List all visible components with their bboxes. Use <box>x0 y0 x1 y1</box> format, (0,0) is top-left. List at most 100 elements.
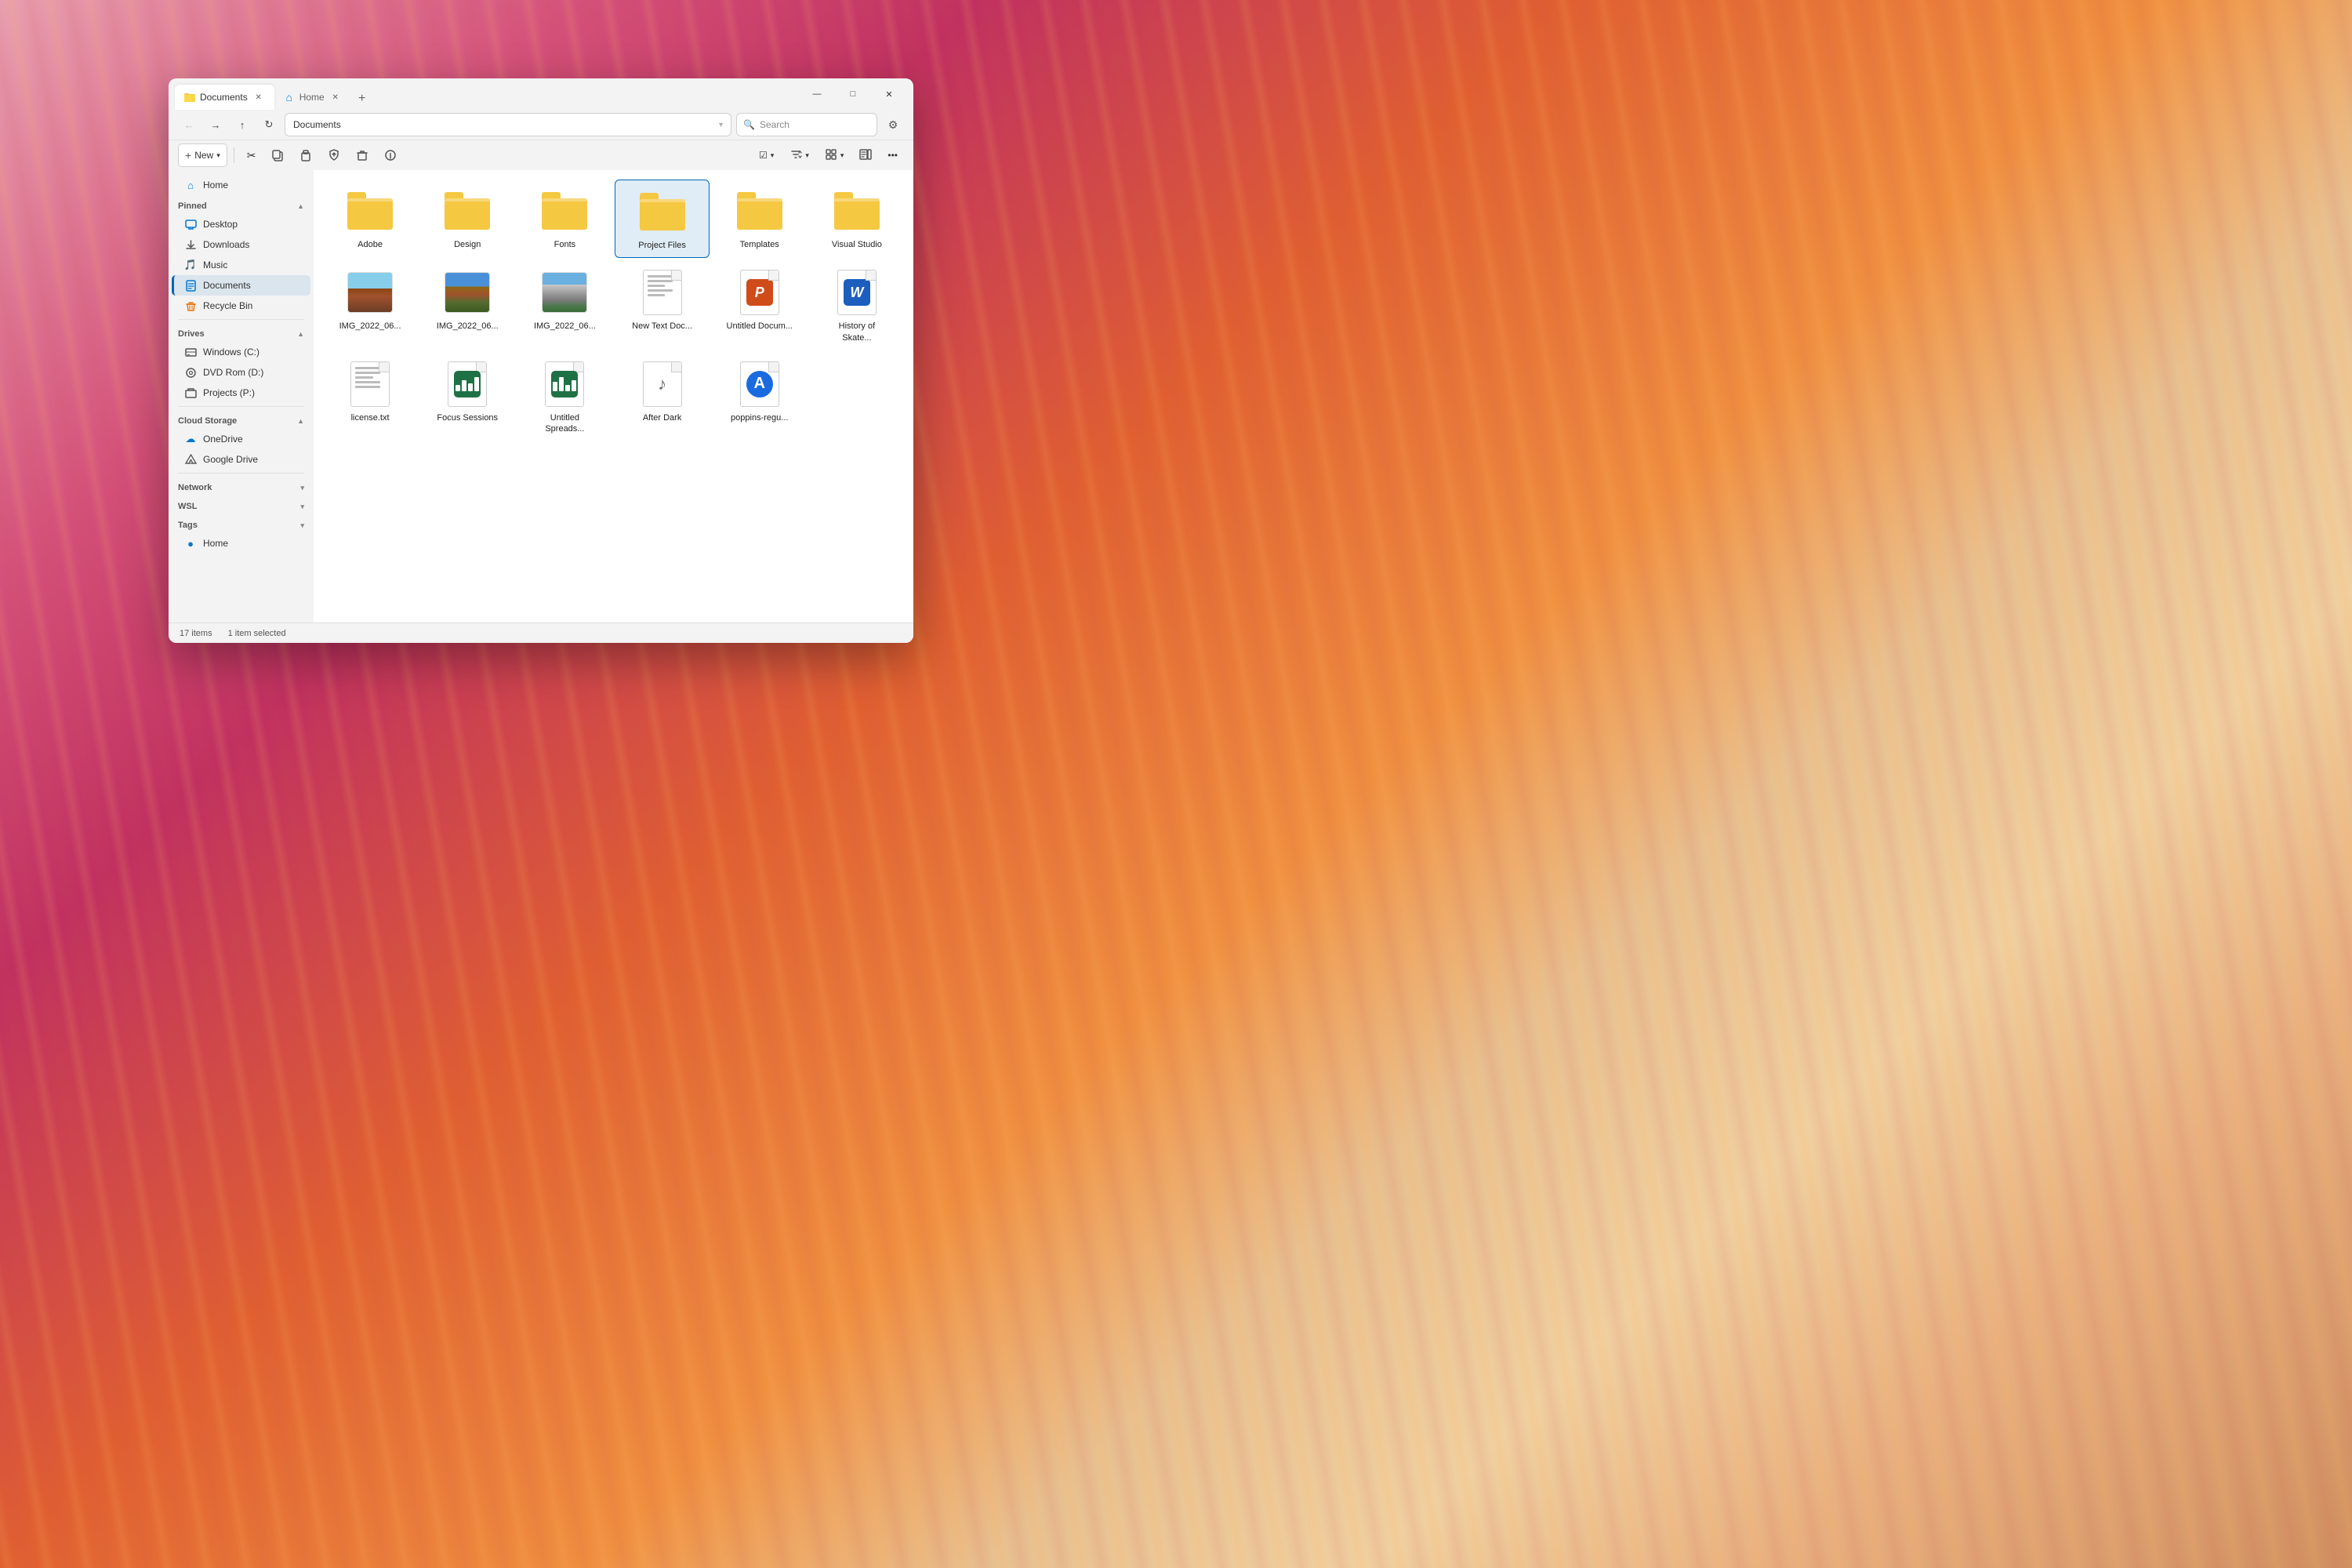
file-item-license[interactable]: license.txt <box>323 353 417 441</box>
path-bar[interactable]: Documents ▾ <box>285 113 731 136</box>
tab-documents[interactable]: Documents ✕ <box>175 85 274 110</box>
xlsx-plain-logo <box>551 371 578 397</box>
file-item-design[interactable]: Design <box>420 180 514 258</box>
cloud-section-header[interactable]: Cloud Storage ▲ <box>169 410 314 429</box>
img3-icon-wrapper <box>541 269 588 316</box>
focus-sessions-label: Focus Sessions <box>437 412 498 423</box>
tab-close-home[interactable]: ✕ <box>329 91 342 103</box>
back-button[interactable]: ← <box>178 114 200 136</box>
tab-close-documents[interactable]: ✕ <box>252 91 265 103</box>
network-section-header[interactable]: Network ▾ <box>169 477 314 495</box>
templates-label: Templates <box>740 239 779 250</box>
file-item-img2[interactable]: IMG_2022_06... <box>420 261 514 350</box>
file-item-font[interactable]: A poppins-regu... <box>713 353 807 441</box>
audio-icon-wrapper: ♪ <box>639 361 686 408</box>
minimize-button[interactable]: — <box>799 82 835 107</box>
sidebar-item-documents[interactable]: Documents 📌 <box>172 275 310 296</box>
divider-2 <box>178 406 304 407</box>
info-button[interactable] <box>378 143 403 167</box>
forward-button[interactable]: → <box>205 114 227 136</box>
copy-button[interactable] <box>265 143 290 167</box>
more-icon: ••• <box>887 150 898 161</box>
img1-icon-wrapper <box>347 269 394 316</box>
file-item-img3[interactable]: IMG_2022_06... <box>517 261 612 350</box>
folder-icon <box>445 192 490 230</box>
img3-label: IMG_2022_06... <box>534 321 596 332</box>
pinned-section-header[interactable]: Pinned ▲ <box>169 195 314 214</box>
sidebar-item-recycle[interactable]: Recycle Bin 📌 <box>172 296 310 316</box>
file-item-adobe[interactable]: Adobe <box>323 180 417 258</box>
delete-icon <box>356 149 368 162</box>
close-button[interactable]: ✕ <box>871 82 907 107</box>
onedrive-icon: ☁ <box>184 433 197 445</box>
font-icon-wrapper: A <box>736 361 783 408</box>
sidebar-item-music[interactable]: 🎵 Music 📌 <box>172 255 310 275</box>
search-bar[interactable]: 🔍 Search <box>736 113 877 136</box>
sort-button[interactable]: ▾ <box>783 143 815 167</box>
text-line-5 <box>355 386 380 388</box>
file-item-visual-studio[interactable]: Visual Studio <box>810 180 904 258</box>
file-item-project-files[interactable]: Project Files <box>615 180 709 258</box>
bar-col-4 <box>474 377 479 391</box>
file-item-templates[interactable]: Templates <box>713 180 807 258</box>
sidebar-item-onedrive[interactable]: ☁ OneDrive <box>172 429 310 449</box>
details-pane-button[interactable] <box>853 143 878 167</box>
sidebar-item-c-drive[interactable]: Windows (C:) <box>172 342 310 362</box>
img2-label: IMG_2022_06... <box>437 321 499 332</box>
folder-icon <box>347 192 393 230</box>
text-line-3 <box>355 376 373 379</box>
adobe-icon-wrapper <box>347 187 394 234</box>
wsl-section-header[interactable]: WSL ▾ <box>169 495 314 514</box>
more-button[interactable]: ••• <box>881 143 904 167</box>
delete-button[interactable] <box>350 143 375 167</box>
pptx-label: Untitled Docum... <box>727 321 793 332</box>
layout-button[interactable]: ▾ <box>818 143 851 167</box>
paste-button[interactable] <box>293 143 318 167</box>
new-button[interactable]: + New ▾ <box>178 143 227 167</box>
sidebar-item-gdrive[interactable]: Google Drive <box>172 449 310 470</box>
drives-section-header[interactable]: Drives ▲ <box>169 323 314 342</box>
xlsx-bar-chart-2 <box>551 376 578 393</box>
img2-thumbnail <box>445 272 490 313</box>
file-item-docx[interactable]: W History of Skate... <box>810 261 904 350</box>
docx-icon-wrapper: W <box>833 269 880 316</box>
file-item-pptx[interactable]: P Untitled Docum... <box>713 261 807 350</box>
file-item-img1[interactable]: IMG_2022_06... <box>323 261 417 350</box>
file-item-fonts[interactable]: Fonts <box>517 180 612 258</box>
cut-button[interactable]: ✂ <box>241 143 263 167</box>
sidebar: ⌂ Home Pinned ▲ Desktop 📌 <box>169 170 314 622</box>
folder-icon <box>542 192 587 230</box>
status-bar: 17 items 1 item selected <box>169 622 913 643</box>
tab-home-label: Home <box>299 92 325 103</box>
sidebar-item-p-drive[interactable]: Projects (P:) <box>172 383 310 403</box>
sidebar-item-d-drive[interactable]: DVD Rom (D:) <box>172 362 310 383</box>
up-button[interactable]: ↑ <box>231 114 253 136</box>
view-options-button[interactable]: ☑ ▾ <box>753 143 780 167</box>
file-item-new-text[interactable]: New Text Doc... <box>615 261 709 350</box>
d-drive-icon <box>184 366 197 379</box>
file-item-xlsx-plain[interactable]: Untitled Spreads... <box>517 353 612 441</box>
tabs-area: Documents ✕ ⌂ Home ✕ + <box>175 78 799 110</box>
tab-home[interactable]: ⌂ Home ✕ <box>274 85 351 110</box>
sidebar-item-downloads[interactable]: Downloads 📌 <box>172 234 310 255</box>
tags-section-header[interactable]: Tags ▾ <box>169 514 314 533</box>
music-icon: 🎵 <box>184 259 197 271</box>
copy-icon <box>271 149 284 162</box>
folder-body <box>445 198 490 230</box>
templates-icon-wrapper <box>736 187 783 234</box>
share-button[interactable] <box>321 143 347 167</box>
maximize-button[interactable]: □ <box>835 82 871 107</box>
settings-button[interactable]: ⚙ <box>882 114 904 136</box>
folder-body <box>737 198 782 230</box>
tab-add-button[interactable]: + <box>351 88 373 110</box>
sort-caret-icon: ▾ <box>805 151 809 160</box>
refresh-button[interactable]: ↻ <box>258 114 280 136</box>
file-item-focus-sessions[interactable]: Focus Sessions <box>420 353 514 441</box>
new-icon: + <box>185 149 191 162</box>
sidebar-item-home[interactable]: ⌂ Home <box>172 175 310 195</box>
file-item-audio[interactable]: ♪ After Dark <box>615 353 709 441</box>
sidebar-item-desktop[interactable]: Desktop 📌 <box>172 214 310 234</box>
sidebar-item-home-tag[interactable]: ● Home <box>172 533 310 554</box>
xlsx-bar-chart <box>454 376 481 393</box>
network-collapse-icon: ▾ <box>300 484 304 492</box>
